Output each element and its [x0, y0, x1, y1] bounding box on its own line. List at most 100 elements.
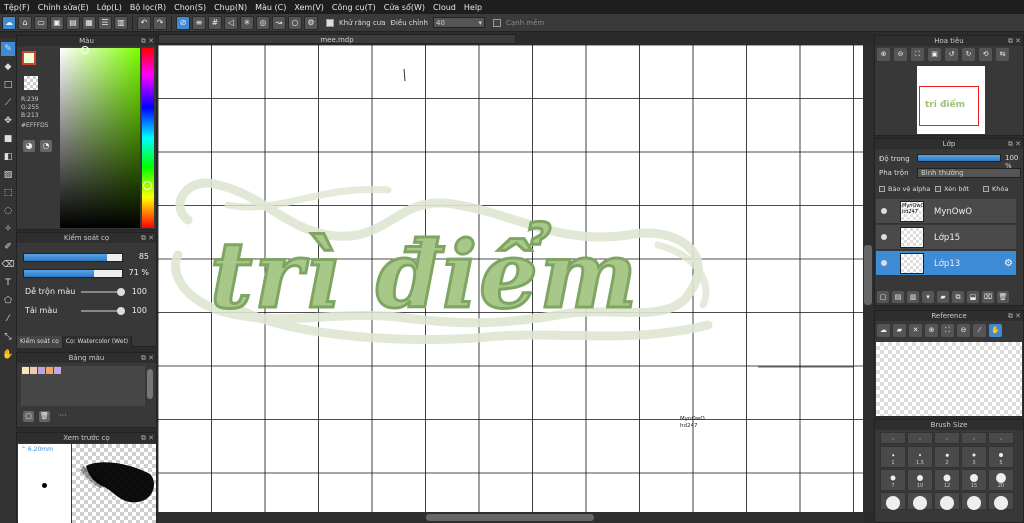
- menu-cloud[interactable]: Cloud: [429, 3, 460, 12]
- menu-view[interactable]: Xem(V): [290, 3, 328, 12]
- magic-wand-tool-icon[interactable]: ✧: [1, 222, 15, 236]
- merge-layer-icon[interactable]: ⬓: [967, 291, 979, 303]
- eyedropper-tool-icon[interactable]: ⁄: [1, 312, 15, 326]
- menu-layer[interactable]: Lớp(L): [93, 3, 126, 12]
- no-snap-icon[interactable]: ⊘: [176, 15, 190, 30]
- brush-size-cell[interactable]: [961, 492, 987, 510]
- panel-close-icon[interactable]: ⧉ ✕: [141, 433, 154, 443]
- layer-visibility-icon[interactable]: [881, 234, 887, 240]
- transparent-color-swatch[interactable]: [24, 76, 38, 90]
- correction-select[interactable]: 40: [433, 17, 485, 28]
- zoom-out-icon[interactable]: ⊖: [957, 324, 970, 337]
- brush-size-track[interactable]: [23, 253, 123, 262]
- saturation-value-picker[interactable]: [60, 48, 140, 228]
- menu-capture[interactable]: Chụp(N): [210, 3, 251, 12]
- menu-edit[interactable]: Chỉnh sửa(E): [34, 3, 93, 12]
- brush-size-cell[interactable]: 3: [961, 446, 987, 468]
- horizontal-scroll-thumb[interactable]: [426, 514, 594, 521]
- bucket-tool-icon[interactable]: ◧: [1, 150, 15, 164]
- panel-close-icon[interactable]: ⧉ ✕: [1008, 36, 1021, 46]
- hand-icon[interactable]: ✋: [989, 324, 1002, 337]
- hue-slider-cursor[interactable]: [143, 181, 152, 190]
- swatch-cell[interactable]: [22, 367, 29, 374]
- sv-picker-cursor[interactable]: [81, 46, 89, 54]
- grid-snap-icon[interactable]: #: [208, 15, 222, 30]
- menu-tools[interactable]: Công cụ(T): [328, 3, 380, 12]
- undo-icon[interactable]: ↶: [137, 15, 151, 30]
- blend-knob[interactable]: [117, 288, 125, 296]
- brush-size-cell[interactable]: 1: [880, 446, 906, 468]
- curve-snap-icon[interactable]: ↝: [272, 15, 286, 30]
- brush-size-cell[interactable]: 15: [961, 469, 987, 491]
- cloud-icon[interactable]: ☁: [2, 15, 16, 30]
- layer-blend-select[interactable]: Bình thường: [917, 168, 1021, 178]
- settings-snap-icon[interactable]: ⚙: [304, 15, 318, 30]
- tab-brush-control[interactable]: Kiểm soát cọ: [17, 336, 63, 348]
- redo-icon[interactable]: ↷: [153, 15, 167, 30]
- rect-tool-icon[interactable]: □: [1, 78, 15, 92]
- reference-image-area[interactable]: [876, 342, 1022, 416]
- cloud-upload-icon[interactable]: ☁: [877, 324, 890, 337]
- swatch-cell[interactable]: [54, 367, 61, 374]
- brush-size-cell[interactable]: [880, 492, 906, 510]
- lock-checkbox[interactable]: [983, 186, 989, 192]
- move-tool-icon[interactable]: ✥: [1, 114, 15, 128]
- line-tool-icon[interactable]: ⟋: [1, 96, 15, 110]
- open-folder-icon[interactable]: ▰: [893, 324, 906, 337]
- actual-size-icon[interactable]: ▣: [928, 48, 941, 61]
- new-raster-layer-icon[interactable]: ▥: [907, 291, 919, 303]
- tab-brush[interactable]: Cọ: Watercolor (Wet): [62, 336, 133, 348]
- panel-close-icon[interactable]: ⧉ ✕: [1008, 139, 1021, 149]
- perspective-snap-icon[interactable]: ◁: [224, 15, 238, 30]
- menu-select[interactable]: Chọn(S): [170, 3, 210, 12]
- layer-row[interactable]: Lớp15: [876, 225, 1016, 250]
- zoom-in-icon[interactable]: ⊕: [925, 324, 938, 337]
- brush-size-cell[interactable]: [934, 492, 960, 510]
- eyedropper-icon[interactable]: ⁄: [973, 324, 986, 337]
- reset-rotation-icon[interactable]: ⟲: [979, 48, 992, 61]
- brush-size-cell[interactable]: [907, 492, 933, 510]
- brush-opacity-slider[interactable]: 71 %: [23, 268, 151, 278]
- brush-size-cell[interactable]: [907, 432, 933, 444]
- select-eraser-tool-icon[interactable]: ⌫: [1, 258, 15, 272]
- drawing-canvas[interactable]: trì điểm MynOwO hd247: [158, 45, 863, 512]
- antialias-checkbox[interactable]: [326, 18, 334, 27]
- grid-doc-icon[interactable]: ▦: [82, 15, 96, 30]
- layer-menu-icon[interactable]: ▾: [922, 291, 934, 303]
- layer-opacity-slider[interactable]: [917, 154, 1001, 162]
- rotate-left-icon[interactable]: ↺: [945, 48, 958, 61]
- menu-help[interactable]: Help: [460, 3, 486, 12]
- protect-alpha-checkbox[interactable]: [879, 186, 885, 192]
- delete-swatch-icon[interactable]: 🗑: [39, 411, 50, 422]
- close-reference-icon[interactable]: ✕: [909, 324, 922, 337]
- menu-color[interactable]: Màu (C): [251, 3, 290, 12]
- clear-layer-icon[interactable]: ⌧: [982, 291, 994, 303]
- brush-tool-icon[interactable]: ✎: [1, 42, 15, 56]
- folder-icon[interactable]: ▰: [937, 291, 949, 303]
- list-icon[interactable]: ☰: [98, 15, 112, 30]
- vertical-scroll-thumb[interactable]: [864, 245, 872, 305]
- brush-size-slider[interactable]: 85: [23, 252, 151, 262]
- image-icon[interactable]: ▣: [50, 15, 64, 30]
- brush-size-cell[interactable]: 1.5: [907, 446, 933, 468]
- delete-layer-icon[interactable]: 🗑: [997, 291, 1009, 303]
- select-rect-tool-icon[interactable]: ⬚: [1, 186, 15, 200]
- chat-icon[interactable]: ▭: [34, 15, 48, 30]
- menu-filter[interactable]: Bộ lọc(R): [126, 3, 170, 12]
- palette-icon[interactable]: ◕: [23, 140, 35, 152]
- swatch-more[interactable]: ···: [59, 411, 67, 420]
- shape-tool-icon[interactable]: ⬠: [1, 294, 15, 308]
- zoom-in-icon[interactable]: ⊕: [877, 48, 890, 61]
- new-color-layer-icon[interactable]: ▤: [892, 291, 904, 303]
- panel-close-icon[interactable]: ⧉ ✕: [141, 36, 154, 46]
- menu-window[interactable]: Cửa sổ(W): [380, 3, 429, 12]
- fit-icon[interactable]: ⛶: [911, 48, 924, 61]
- swatch-scrollbar[interactable]: [147, 369, 153, 399]
- new-swatch-icon[interactable]: ▢: [23, 411, 34, 422]
- brush-size-cell[interactable]: 7: [880, 469, 906, 491]
- clipping-checkbox[interactable]: [935, 186, 941, 192]
- radial-snap-icon[interactable]: ✳: [240, 15, 254, 30]
- panel-close-icon[interactable]: ⧉ ✕: [1008, 311, 1021, 321]
- swatch-cell[interactable]: [38, 367, 45, 374]
- lock-option[interactable]: Khóa: [983, 185, 1008, 193]
